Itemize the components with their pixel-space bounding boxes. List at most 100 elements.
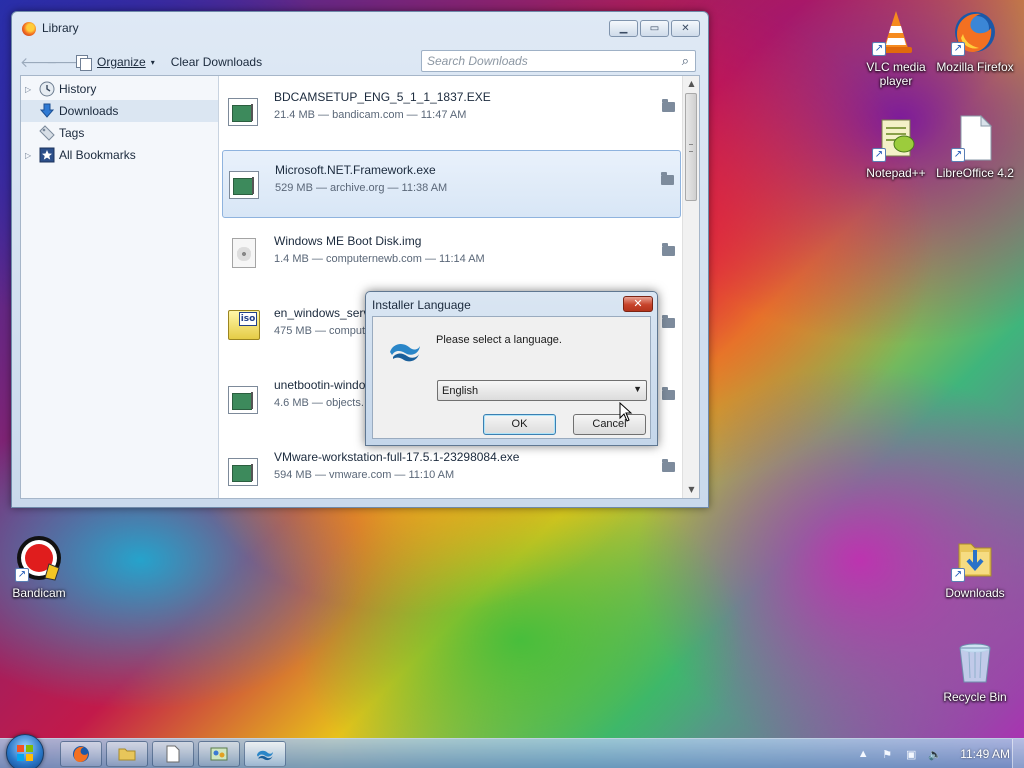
shortcut-arrow-icon: ↗ bbox=[15, 568, 29, 582]
shortcut-arrow-icon: ↗ bbox=[951, 568, 965, 582]
sidebar-item-label: History bbox=[59, 82, 97, 96]
download-arrow-icon bbox=[39, 103, 55, 119]
desktop-icon-firefox[interactable]: ↗ Mozilla Firefox bbox=[935, 8, 1015, 74]
sidebar-item-label: All Bookmarks bbox=[59, 148, 136, 162]
library-titlebar[interactable]: Library ▁ ▭ ✕ bbox=[12, 12, 708, 42]
taskbar-clock[interactable]: 11:49 AM bbox=[960, 747, 1010, 761]
download-details: 21.4 MB — bandicam.com — 11:47 AM bbox=[274, 109, 467, 121]
library-toolbar: 🡐 🡒 Organize ▾ Clear Downloads Search Do… bbox=[20, 48, 700, 76]
download-details: 4.6 MB — objects. bbox=[274, 397, 364, 409]
taskbar-installer[interactable] bbox=[244, 741, 286, 767]
taskbar-notepad[interactable] bbox=[152, 741, 194, 767]
downloads-folder-icon: ↗ bbox=[951, 534, 999, 582]
scroll-up-arrow-icon[interactable]: ▲ bbox=[683, 76, 700, 92]
clear-downloads-label: Clear Downloads bbox=[170, 55, 263, 69]
dialog-close-button[interactable]: ✕ bbox=[623, 296, 653, 312]
notepadpp-icon: ↗ bbox=[872, 114, 920, 162]
sidebar-item-history[interactable]: ▷ History bbox=[21, 78, 218, 100]
sidebar-item-all-bookmarks[interactable]: ▷ All Bookmarks bbox=[21, 144, 218, 166]
language-select-value: English bbox=[442, 385, 479, 397]
search-input[interactable]: Search Downloads ⌕ bbox=[421, 50, 696, 72]
disk-image-icon bbox=[232, 238, 256, 268]
search-icon[interactable]: ⌕ bbox=[682, 53, 689, 69]
scroll-down-arrow-icon[interactable]: ▼ bbox=[683, 482, 700, 498]
cancel-button[interactable]: Cancel bbox=[573, 414, 646, 435]
clear-downloads-button[interactable]: Clear Downloads bbox=[167, 53, 266, 71]
executable-file-icon bbox=[228, 98, 258, 126]
firefox-icon bbox=[73, 746, 89, 762]
ok-button[interactable]: OK bbox=[483, 414, 556, 435]
folder-icon[interactable] bbox=[661, 172, 674, 185]
desktop-icon-label: LibreOffice 4.2 bbox=[936, 166, 1014, 180]
maximize-button[interactable]: ▭ bbox=[640, 20, 669, 37]
scroll-thumb[interactable] bbox=[685, 93, 697, 201]
download-details: 529 MB — archive.org — 11:38 AM bbox=[275, 182, 448, 194]
download-details: 1.4 MB — computernewb.com — 11:14 AM bbox=[274, 253, 485, 265]
shortcut-arrow-icon: ↗ bbox=[951, 42, 965, 56]
back-arrow-icon[interactable]: 🡐 bbox=[20, 54, 58, 71]
taskbar-control-panel[interactable] bbox=[198, 741, 240, 767]
dialog-message: Please select a language. bbox=[436, 334, 562, 346]
download-item[interactable]: Microsoft.NET.Framework.exe 529 MB — arc… bbox=[222, 150, 681, 218]
folder-icon[interactable] bbox=[662, 459, 675, 472]
taskbar-firefox[interactable] bbox=[60, 741, 102, 767]
firefox-icon bbox=[22, 22, 36, 36]
folder-icon[interactable] bbox=[662, 387, 675, 400]
clock-icon bbox=[39, 81, 55, 97]
sidebar-item-label: Downloads bbox=[59, 104, 119, 118]
installer-logo-icon bbox=[256, 750, 274, 761]
taskbar-explorer[interactable] bbox=[106, 741, 148, 767]
minimize-button[interactable]: ▁ bbox=[609, 20, 638, 37]
desktop-icon-downloads[interactable]: ↗ Downloads bbox=[935, 534, 1015, 600]
organize-button[interactable]: Organize ▾ bbox=[72, 53, 159, 71]
organize-icon bbox=[76, 55, 92, 71]
vlc-cone-icon: ↗ bbox=[872, 8, 920, 56]
download-details: 475 MB — comput bbox=[274, 325, 366, 337]
search-placeholder: Search Downloads bbox=[427, 54, 528, 68]
download-item[interactable]: Windows ME Boot Disk.img 1.4 MB — comput… bbox=[222, 222, 681, 290]
sidebar-item-tags[interactable]: Tags bbox=[21, 122, 218, 144]
desktop-icon-vlc[interactable]: ↗ VLC media player bbox=[856, 8, 936, 88]
firefox-icon: ↗ bbox=[951, 8, 999, 56]
download-item[interactable]: VMware-workstation-full-17.5.1-23298084.… bbox=[222, 438, 681, 498]
chevron-down-icon: ▼ bbox=[633, 384, 642, 394]
expand-triangle-icon[interactable]: ▷ bbox=[25, 85, 35, 94]
vertical-scrollbar[interactable]: ▲ ▼ bbox=[682, 76, 699, 498]
desktop-icon-bandicam[interactable]: ↗ Bandicam bbox=[0, 534, 79, 600]
dialog-body: Please select a language. English ▼ OK C… bbox=[372, 316, 651, 439]
executable-file-icon bbox=[228, 386, 258, 414]
close-button[interactable]: ✕ bbox=[671, 20, 700, 37]
document-icon bbox=[166, 745, 180, 763]
desktop-icon-recycle-bin[interactable]: Recycle Bin bbox=[935, 638, 1015, 704]
libreoffice-icon: ↗ bbox=[951, 114, 999, 162]
action-center-flag-icon[interactable]: ⚑ bbox=[880, 748, 894, 761]
show-desktop-button[interactable] bbox=[1012, 739, 1024, 768]
system-tray: ▲ ⚑ ▣ 🔈 11:49 AM bbox=[856, 739, 1024, 768]
sidebar-item-downloads[interactable]: Downloads bbox=[21, 100, 218, 122]
iso-file-icon: iso bbox=[228, 310, 260, 340]
desktop-icon-libreoffice[interactable]: ↗ LibreOffice 4.2 bbox=[935, 114, 1015, 180]
forward-arrow-icon[interactable]: 🡒 bbox=[46, 54, 84, 71]
tag-icon bbox=[39, 125, 55, 141]
volume-icon[interactable]: 🔈 bbox=[928, 748, 942, 761]
expand-triangle-icon[interactable]: ▷ bbox=[25, 151, 35, 160]
folder-icon[interactable] bbox=[662, 99, 675, 112]
start-button[interactable] bbox=[6, 734, 44, 768]
executable-file-icon bbox=[229, 171, 259, 199]
language-select[interactable]: English ▼ bbox=[437, 380, 647, 401]
control-panel-icon bbox=[210, 747, 228, 761]
executable-file-icon bbox=[228, 458, 258, 486]
desktop-icon-notepadpp[interactable]: ↗ Notepad++ bbox=[856, 114, 936, 180]
chevron-down-icon: ▾ bbox=[150, 57, 155, 67]
folder-icon[interactable] bbox=[662, 243, 675, 256]
folder-icon[interactable] bbox=[662, 315, 675, 328]
show-hidden-icons-icon[interactable]: ▲ bbox=[856, 748, 870, 760]
shortcut-arrow-icon: ↗ bbox=[872, 148, 886, 162]
installer-logo-icon bbox=[387, 337, 423, 363]
network-icon[interactable]: ▣ bbox=[904, 748, 918, 761]
window-controls: ▁ ▭ ✕ bbox=[609, 20, 700, 37]
taskbar: ▲ ⚑ ▣ 🔈 11:49 AM bbox=[0, 734, 1024, 768]
installer-language-dialog: Installer Language ✕ Please select a lan… bbox=[365, 291, 658, 446]
download-item[interactable]: BDCAMSETUP_ENG_5_1_1_1837.EXE 21.4 MB — … bbox=[222, 78, 681, 146]
download-filename: unetbootin-windo bbox=[274, 378, 366, 392]
